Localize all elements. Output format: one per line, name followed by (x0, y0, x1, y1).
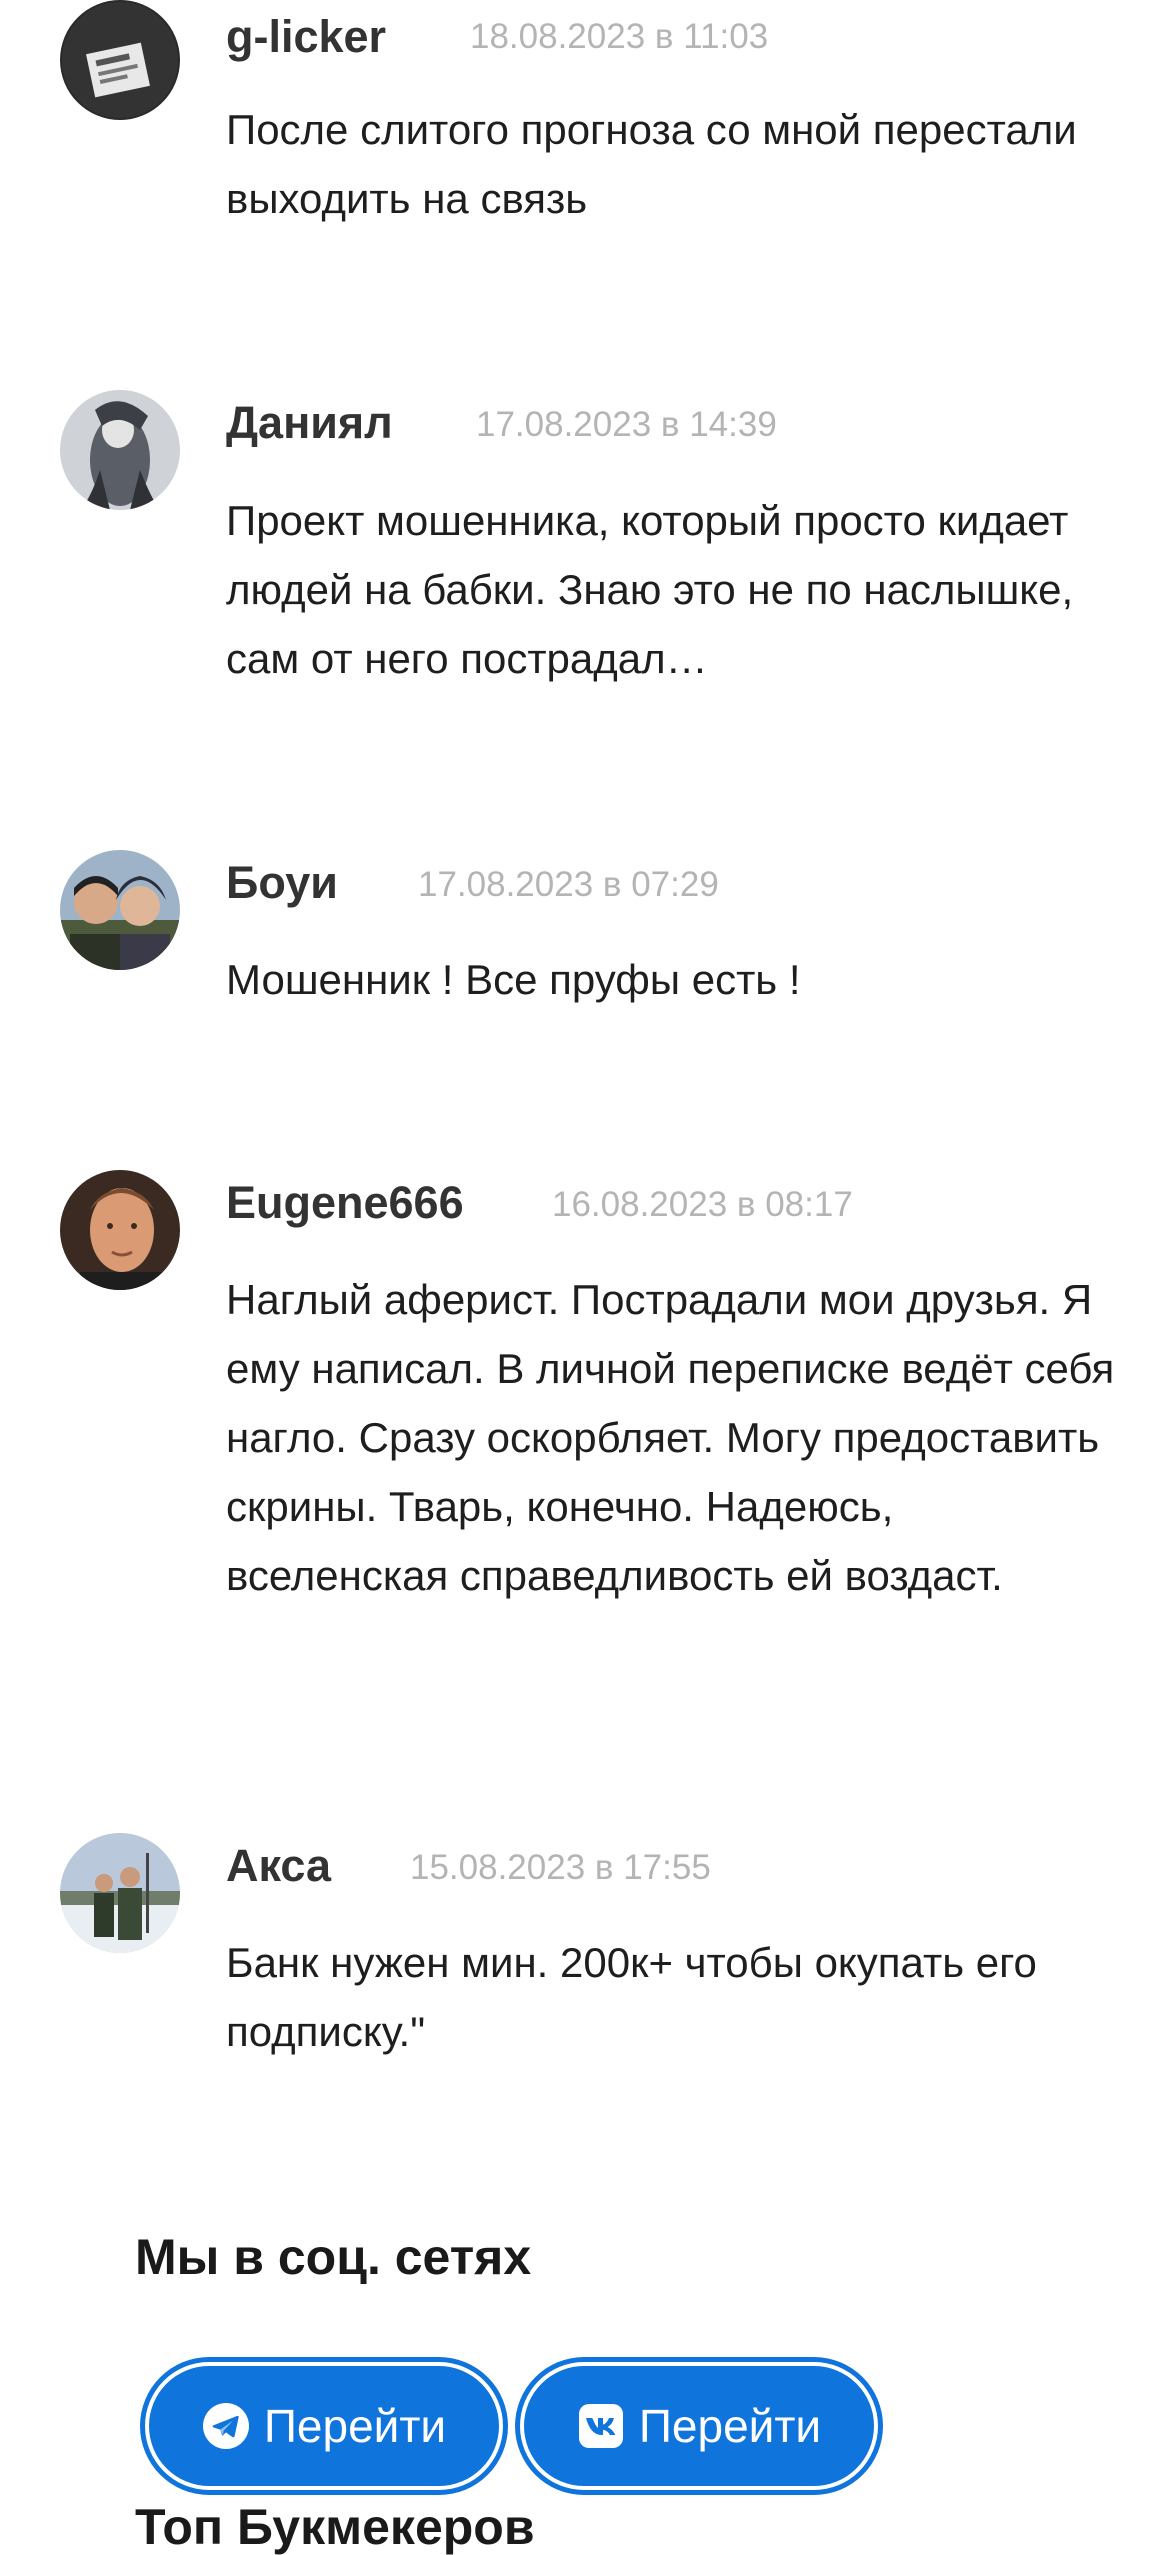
comment-date: 18.08.2023 в 11:03 (470, 17, 769, 56)
vk-button-label: Перейти (638, 2400, 822, 2452)
social-section-title: Мы в соц. сетях (135, 2229, 532, 2285)
vk-button[interactable]: Перейти (524, 2366, 874, 2486)
avatar[interactable] (60, 1170, 180, 1290)
avatar[interactable] (60, 1833, 180, 1953)
telegram-button[interactable]: Перейти (149, 2366, 499, 2486)
comment-text: Банк нужен мин. 200к+ чтобы окупать его … (226, 1939, 1037, 2055)
comment-date: 17.08.2023 в 07:29 (418, 865, 719, 904)
comment-author: Акса (226, 1840, 332, 1891)
comment-text: Наглый аферист. Пострадали мои друзья. Я… (226, 1276, 1115, 1599)
top-bookmakers-heading: Топ Букмекеров (135, 2499, 535, 2555)
comment-author: Даниял (226, 397, 393, 448)
telegram-icon (202, 2402, 250, 2450)
comment-author: Боуи (226, 857, 338, 908)
avatar[interactable] (60, 0, 180, 120)
avatar[interactable] (60, 850, 180, 970)
comment-text: Мошенник ! Все пруфы есть ! (226, 956, 801, 1003)
vk-icon (577, 2402, 625, 2450)
comment-date: 15.08.2023 в 17:55 (410, 1848, 711, 1887)
comment-date: 16.08.2023 в 08:17 (552, 1185, 853, 1224)
comment-text: Проект мошенника, который просто кидает … (226, 497, 1074, 682)
comment-text: После слитого прогноза со мной перестали… (226, 106, 1077, 222)
avatar[interactable] (60, 390, 180, 510)
comment-author: Eugene666 (226, 1177, 464, 1228)
comment-author: g-licker (226, 11, 387, 62)
comment-date: 17.08.2023 в 14:39 (476, 405, 777, 444)
telegram-button-label: Перейти (263, 2400, 447, 2452)
